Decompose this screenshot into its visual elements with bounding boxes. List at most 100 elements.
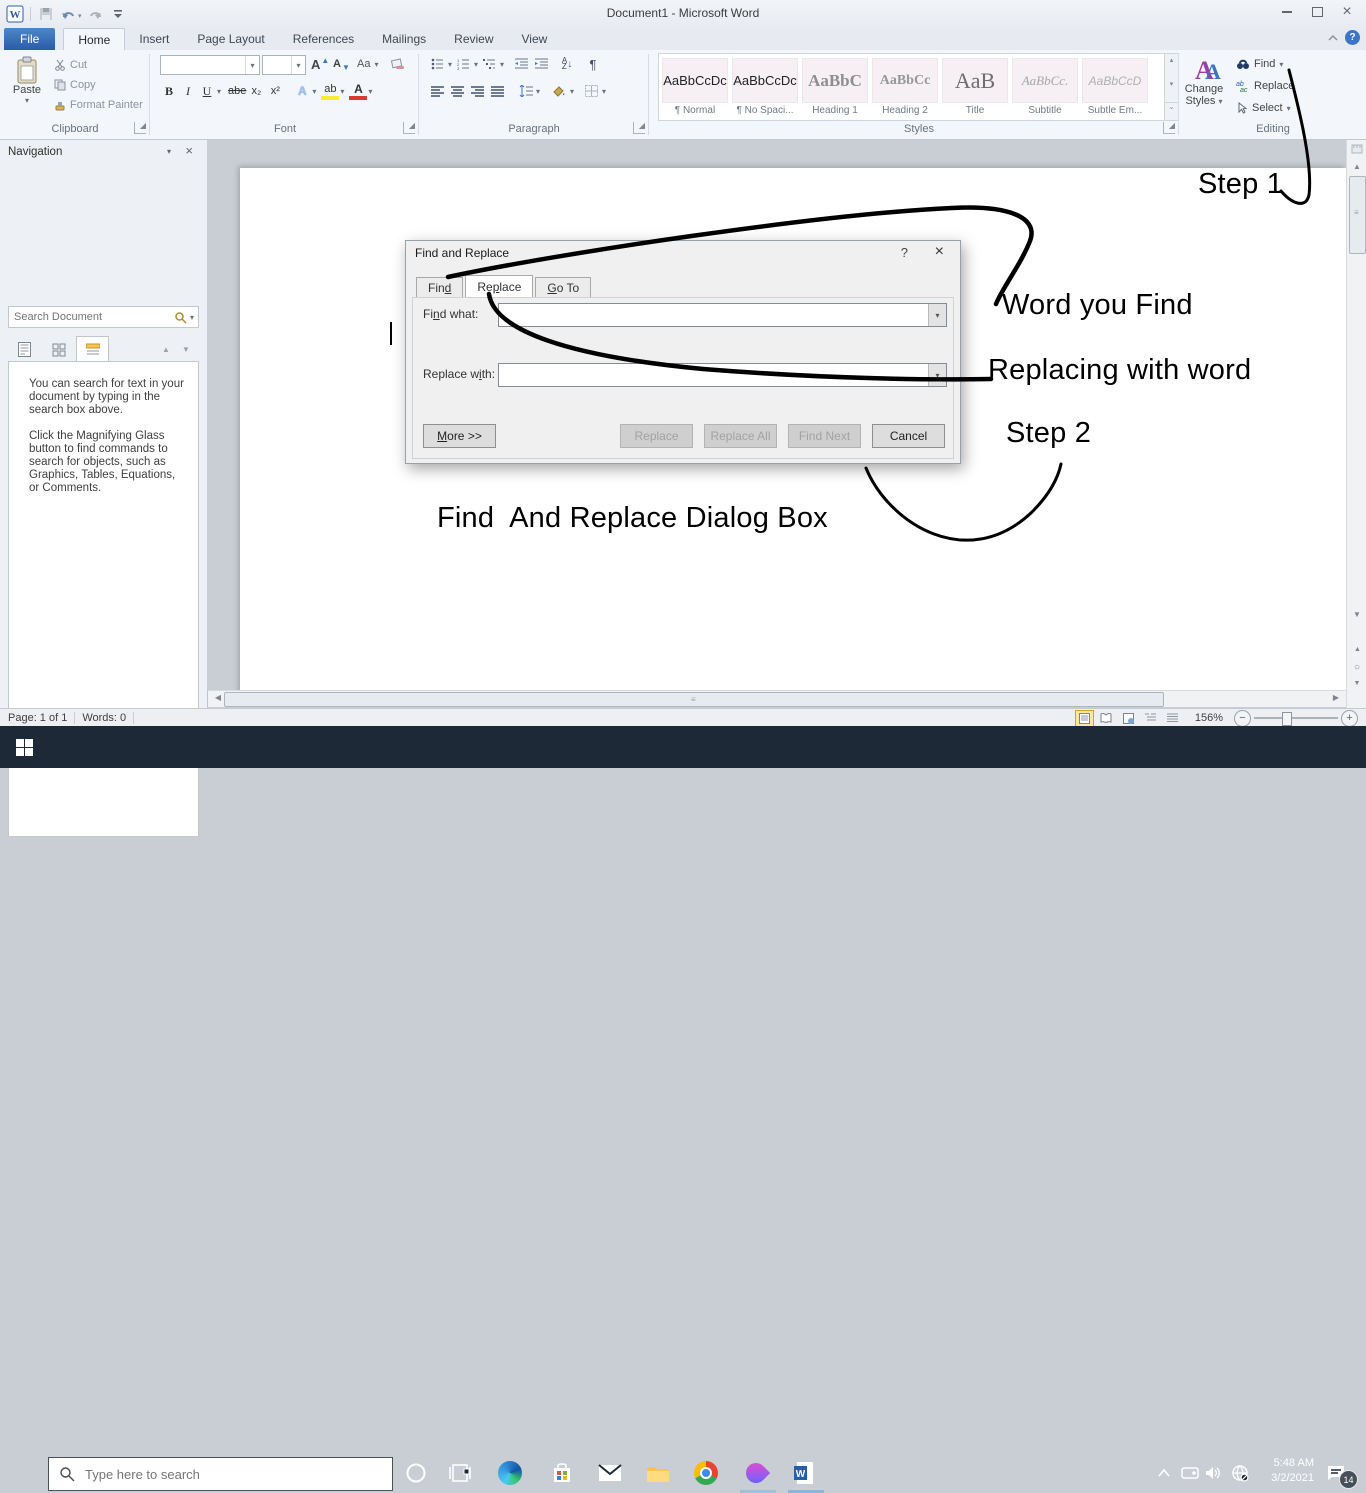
replace-with-input[interactable] xyxy=(499,364,928,386)
tray-clock[interactable]: 5:48 AM 3/2/2021 xyxy=(1271,1456,1314,1486)
tab-references[interactable]: References xyxy=(279,28,368,50)
tab-view[interactable]: View xyxy=(508,28,562,50)
outline-view-button[interactable] xyxy=(1141,710,1160,727)
select-browse-object-button[interactable]: ○ xyxy=(1349,662,1365,673)
find-button[interactable]: Find ▾ xyxy=(1234,55,1285,73)
navigation-close-icon[interactable]: × xyxy=(185,143,193,158)
tray-volume-icon[interactable] xyxy=(1202,1461,1226,1485)
nav-previous-result-button[interactable]: ▲ xyxy=(158,342,174,356)
zoom-out-button[interactable]: − xyxy=(1234,709,1251,727)
search-icon[interactable] xyxy=(174,311,187,324)
horizontal-scrollbar[interactable]: ◀ ≡ ▶ xyxy=(208,690,1346,707)
underline-dropdown[interactable]: ▾ xyxy=(217,87,221,96)
navigation-search-input[interactable] xyxy=(9,311,174,323)
tray-network-icon[interactable] xyxy=(1228,1461,1252,1485)
grow-font-button[interactable]: A ▲ xyxy=(309,55,331,73)
change-styles-button[interactable]: AA Change Styles ▾ xyxy=(1181,52,1227,132)
edge-icon[interactable] xyxy=(498,1461,522,1485)
nav-tab-results[interactable] xyxy=(76,336,109,363)
dialog-help-icon[interactable]: ? xyxy=(901,245,908,260)
zoom-in-button[interactable]: + xyxy=(1341,709,1358,727)
borders-dropdown[interactable]: ▾ xyxy=(602,87,606,96)
sort-button[interactable]: A Z ↓ xyxy=(558,55,576,73)
clear-formatting-button[interactable] xyxy=(389,55,407,73)
format-painter-button[interactable]: Format Painter xyxy=(52,96,145,114)
line-spacing-dropdown[interactable]: ▾ xyxy=(536,87,540,96)
navigation-dropdown-icon[interactable]: ▾ xyxy=(167,147,171,156)
dialog-tab-find[interactable]: Fin d xyxy=(416,277,464,298)
search-options-dropdown[interactable]: ▾ xyxy=(190,313,194,322)
shrink-font-button[interactable]: A ▼ xyxy=(331,55,352,73)
nav-next-result-button[interactable]: ▼ xyxy=(178,342,194,356)
cut-button[interactable]: Cut xyxy=(52,56,89,74)
style-subtle-emphasis[interactable]: AaBbCcD Subtle Em... xyxy=(1080,56,1150,118)
underline-button[interactable]: U xyxy=(198,82,216,100)
find-what-dropdown-icon[interactable]: ▾ xyxy=(928,304,946,326)
line-spacing-button[interactable] xyxy=(516,82,534,100)
align-center-button[interactable] xyxy=(448,82,466,100)
tab-home[interactable]: Home xyxy=(63,27,126,51)
draft-view-button[interactable] xyxy=(1163,710,1182,727)
taskbar-search-box[interactable] xyxy=(48,1457,393,1491)
replace-with-combo[interactable]: ▾ xyxy=(498,363,947,387)
previous-page-button[interactable]: ▲ xyxy=(1349,646,1365,653)
ruler-toggle-icon[interactable] xyxy=(1349,143,1365,155)
paint3d-icon[interactable] xyxy=(741,1458,771,1488)
show-paragraph-marks-button[interactable]: ¶ xyxy=(584,55,602,73)
scroll-right-icon[interactable]: ▶ xyxy=(1328,693,1344,702)
change-case-button[interactable]: Aa ▾ xyxy=(355,55,380,73)
align-right-button[interactable] xyxy=(468,82,486,100)
file-explorer-icon[interactable] xyxy=(646,1461,670,1485)
dialog-close-icon[interactable]: × xyxy=(935,243,944,261)
dialog-tab-replace[interactable]: Re p lace xyxy=(465,275,534,298)
style-heading-1[interactable]: AaBbC Heading 1 xyxy=(800,56,870,118)
justify-button[interactable] xyxy=(488,82,506,100)
subscript-button[interactable]: x₂ xyxy=(247,82,265,100)
style-normal[interactable]: AaBbCcDc ¶ Normal xyxy=(660,56,730,118)
select-button[interactable]: Select ▾ xyxy=(1234,99,1293,117)
text-effects-dropdown[interactable]: ▾ xyxy=(312,87,316,96)
tab-page-layout[interactable]: Page Layout xyxy=(183,28,278,50)
next-page-button[interactable]: ▼ xyxy=(1349,680,1365,687)
mail-icon[interactable] xyxy=(598,1461,622,1485)
minimize-button[interactable] xyxy=(1272,2,1302,22)
styles-more-button[interactable]: ⌄ xyxy=(1165,102,1178,111)
paste-button[interactable]: Paste ▾ xyxy=(5,54,49,128)
font-color-dropdown[interactable]: ▾ xyxy=(368,87,372,96)
microsoft-store-icon[interactable] xyxy=(550,1461,574,1485)
highlight-button[interactable]: ab xyxy=(321,82,340,100)
bold-button[interactable]: B xyxy=(160,82,178,100)
chrome-icon[interactable] xyxy=(694,1461,718,1485)
borders-button[interactable] xyxy=(582,82,600,100)
fullscreen-reading-view-button[interactable] xyxy=(1097,710,1116,727)
highlight-dropdown[interactable]: ▾ xyxy=(340,87,344,96)
taskbar-search-input[interactable] xyxy=(83,1465,392,1483)
print-layout-view-button[interactable] xyxy=(1074,709,1094,727)
italic-button[interactable]: I xyxy=(179,82,197,100)
multilevel-list-button[interactable] xyxy=(480,55,498,73)
word-taskbar-icon[interactable]: W xyxy=(792,1461,816,1485)
font-name-combo[interactable]: ▾ xyxy=(160,55,260,75)
font-size-combo[interactable]: ▾ xyxy=(262,55,306,75)
find-and-replace-dialog[interactable]: Find and Replace ? × Fin d Re p lace Go To … xyxy=(405,240,961,464)
bullets-dropdown[interactable]: ▾ xyxy=(448,60,452,69)
task-view-icon[interactable] xyxy=(448,1461,472,1485)
tab-file[interactable]: File xyxy=(4,28,56,50)
more-button[interactable]: More >> xyxy=(423,424,496,448)
word-count[interactable]: Words: 0 xyxy=(82,712,126,724)
copy-button[interactable]: Copy xyxy=(52,76,98,94)
nav-tab-pages[interactable] xyxy=(42,336,75,363)
help-icon[interactable]: ? xyxy=(1345,30,1360,45)
styles-dialog-launcher[interactable]: ◢ xyxy=(1163,122,1175,134)
shading-button[interactable] xyxy=(550,82,568,100)
zoom-slider[interactable] xyxy=(1254,712,1338,726)
style-title[interactable]: AaB Title xyxy=(940,56,1010,118)
bullets-button[interactable] xyxy=(428,55,446,73)
numbering-dropdown[interactable]: ▾ xyxy=(474,60,478,69)
close-button[interactable]: × xyxy=(1332,2,1362,22)
tab-review[interactable]: Review xyxy=(440,28,507,50)
horizontal-scroll-thumb[interactable]: ≡ xyxy=(224,692,1164,707)
superscript-button[interactable]: x² xyxy=(266,82,284,100)
dialog-tab-goto[interactable]: Go To xyxy=(535,277,592,298)
page-count[interactable]: Page: 1 of 1 xyxy=(8,712,67,724)
